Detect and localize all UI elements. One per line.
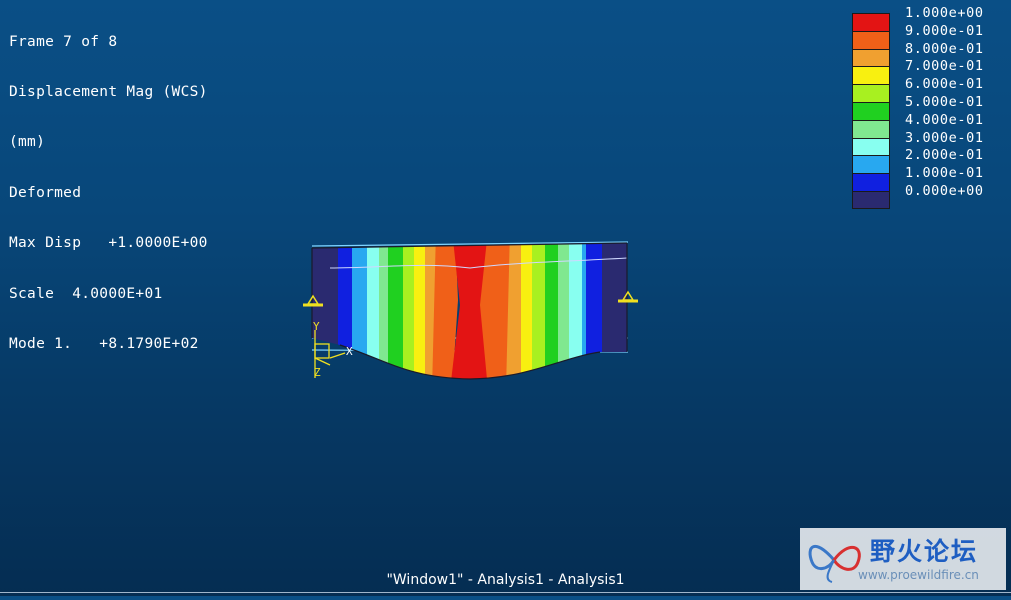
watermark-logo-icon <box>808 545 861 583</box>
legend-swatch <box>852 66 890 85</box>
legend-swatch <box>852 190 890 209</box>
info-deformed: Deformed <box>9 184 82 201</box>
legend-swatch <box>852 173 890 191</box>
info-scale: Scale 4.0000E+01 <box>9 285 163 302</box>
info-frame: Frame 7 of 8 <box>9 33 118 50</box>
legend-swatch <box>852 137 890 156</box>
legend-label: 9.000e-01 <box>905 22 984 39</box>
deformed-beam-contours <box>312 243 627 379</box>
legend-swatch <box>852 84 890 102</box>
y-axis-label: Y <box>313 320 320 333</box>
info-max-disp: Max Disp +1.0000E+00 <box>9 235 208 252</box>
watermark-url: www.proewildfire.cn <box>858 568 979 582</box>
watermark-title: 野火论坛 <box>870 537 979 566</box>
info-units: (mm) <box>9 134 46 151</box>
legend-swatch <box>852 101 890 120</box>
x-axis-label: X <box>346 345 353 358</box>
legend-swatch <box>852 30 890 49</box>
info-quantity: Displacement Mag (WCS) <box>9 83 208 100</box>
legend-swatch <box>852 13 890 31</box>
divider <box>0 592 1011 593</box>
legend-label: 8.000e-01 <box>905 40 984 57</box>
info-mode: Mode 1. +8.1790E+02 <box>9 335 199 352</box>
legend-label: 4.000e-01 <box>905 111 984 128</box>
z-axis-label: Z <box>314 366 321 379</box>
legend-label: 1.000e+00 <box>905 5 984 21</box>
legend-label: 3.000e-01 <box>905 129 984 146</box>
legend-label: 5.000e-01 <box>905 93 984 110</box>
legend-label: 6.000e-01 <box>905 76 984 93</box>
legend-label: 0.000e+00 <box>905 182 984 199</box>
legend-swatch <box>852 155 890 174</box>
legend-row: 0.000e+00 <box>852 183 1004 209</box>
legend-swatch <box>852 48 890 67</box>
legend-label: 1.000e-01 <box>905 165 984 182</box>
legend-label: 7.000e-01 <box>905 58 984 75</box>
result-info-panel: Frame 7 of 8 Displacement Mag (WCS) (mm)… <box>9 0 208 370</box>
watermark: 野火论坛 www.proewildfire.cn <box>800 528 1006 590</box>
legend-swatch <box>852 119 890 138</box>
legend-label: 2.000e-01 <box>905 147 984 164</box>
color-legend: 1.000e+00 9.000e-01 8.000e-01 7.000e-01 6.00… <box>852 5 1004 209</box>
